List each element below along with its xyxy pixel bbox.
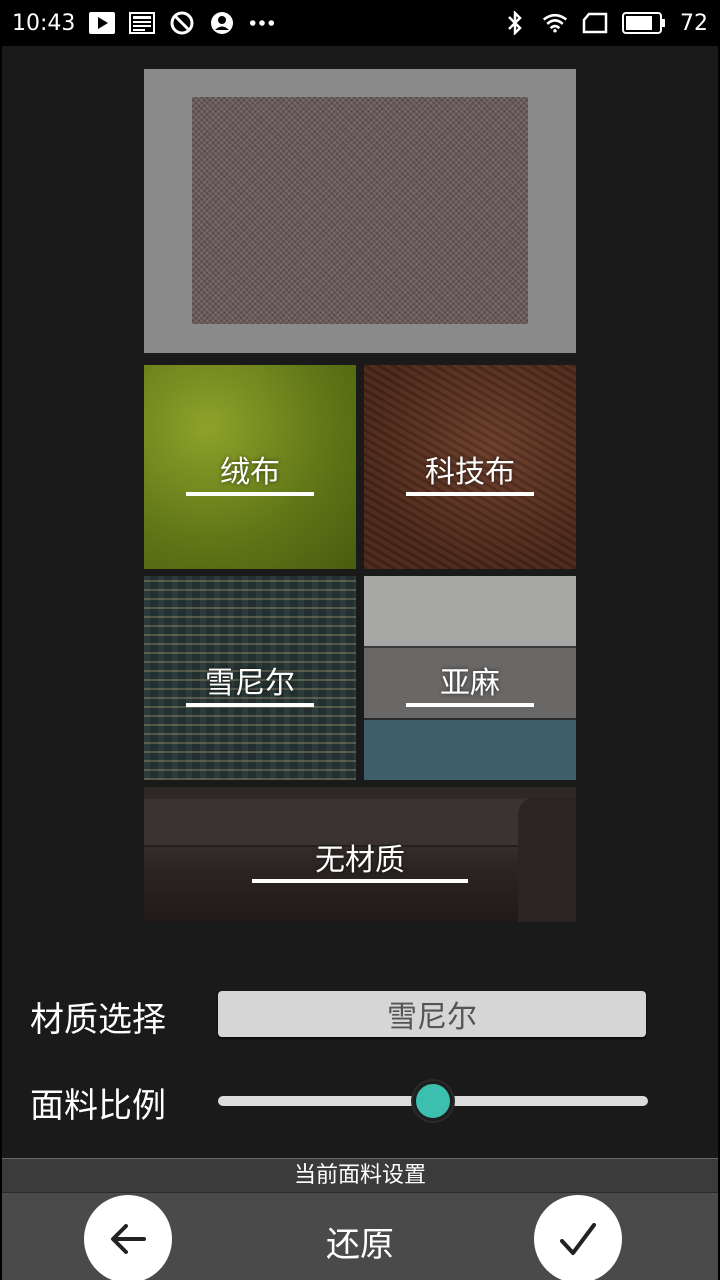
material-tile-tech-fabric[interactable]: 科技布: [364, 365, 576, 569]
battery-icon: [622, 11, 666, 35]
linen-band-blue: [364, 718, 576, 780]
fabric-settings-screen: 绒布 科技布 雪尼尔 亚麻 无材质 材质选择 雪尼尔 面料比例 当前面料设置 还…: [2, 46, 718, 1280]
material-tile-label: 亚麻: [440, 666, 500, 701]
linen-band-gray: [364, 576, 576, 646]
material-select[interactable]: 雪尼尔: [218, 991, 646, 1037]
sim-card-icon: [582, 11, 608, 35]
underline: [406, 703, 534, 707]
confirm-button[interactable]: [534, 1195, 622, 1280]
fabric-preview-swatch: [192, 97, 528, 324]
check-icon: [560, 1223, 596, 1255]
fabric-ratio-label: 面料比例: [30, 1086, 166, 1126]
slider-thumb[interactable]: [413, 1081, 453, 1121]
news-icon: [129, 11, 156, 35]
wifi-icon: [542, 11, 568, 35]
battery-level: 72: [680, 10, 708, 36]
material-tile-label: 雪尼尔: [205, 666, 295, 701]
material-select-label: 材质选择: [30, 1000, 166, 1040]
account-icon: [209, 11, 235, 35]
material-tile-label: 无材质: [315, 843, 405, 878]
do-not-disturb-icon: [169, 11, 195, 35]
underline: [252, 879, 468, 883]
underline: [406, 492, 534, 496]
underline: [186, 703, 314, 707]
fabric-preview: [144, 69, 576, 353]
material-tile-velvet[interactable]: 绒布: [144, 365, 356, 569]
material-tile-chenille[interactable]: 雪尼尔: [144, 576, 356, 780]
material-tile-linen[interactable]: 亚麻: [364, 576, 576, 780]
play-icon: [89, 11, 116, 35]
material-tile-none[interactable]: 无材质: [144, 787, 576, 922]
material-tile-label: 绒布: [220, 455, 280, 490]
status-bar: 10:43 72: [0, 0, 720, 46]
footer-title: 当前面料设置: [2, 1159, 718, 1193]
underline: [186, 492, 314, 496]
bluetooth-icon: [502, 11, 528, 35]
material-tile-label: 科技布: [425, 455, 515, 490]
footer-bar: 当前面料设置 还原: [2, 1158, 718, 1280]
status-time: 10:43: [12, 10, 76, 36]
more-dots-icon: [249, 11, 275, 35]
